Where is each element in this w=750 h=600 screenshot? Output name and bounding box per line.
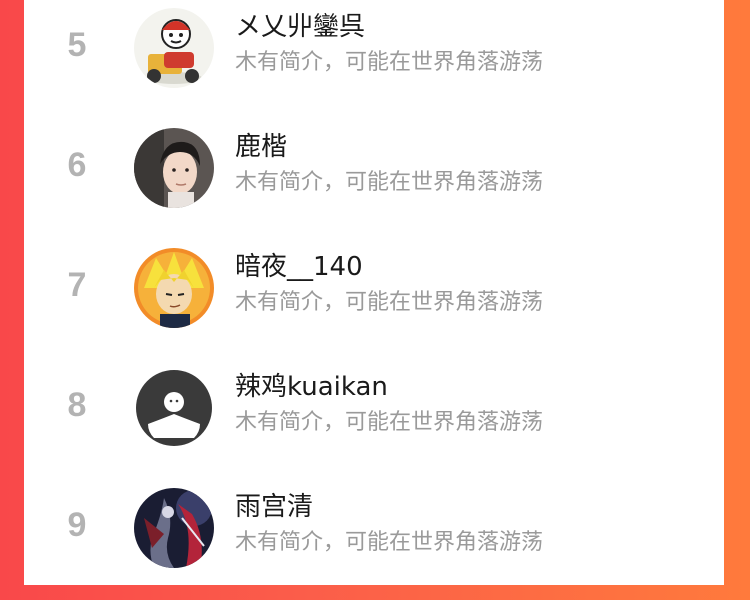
avatar[interactable] [134,128,214,208]
list-item[interactable]: 6 鹿楷 木有简介，可能在世界角落游荡 [24,120,724,240]
avatar[interactable] [134,488,214,568]
rank-number: 5 [67,26,87,64]
avatar[interactable] [134,248,214,328]
avatar[interactable] [134,368,214,448]
list-item[interactable]: 5 メ乂丱鑾呉 木有简介，可能在世界角落游荡 [24,0,724,120]
user-bio: 木有简介，可能在世界角落游荡 [235,290,544,315]
rank-number: 6 [67,146,87,184]
user-name[interactable]: 辣鸡kuaikan [235,366,388,403]
rank-number: 9 [67,506,87,544]
ranking-list: 5 メ乂丱鑾呉 木有简介，可能在世界角落游荡 6 鹿楷 木有简介，可能在世界角落… [24,0,724,585]
user-name[interactable]: 雨宫清 [235,486,313,523]
user-name[interactable]: メ乂丱鑾呉 [235,6,365,43]
user-bio: 木有简介，可能在世界角落游荡 [235,170,544,195]
user-bio: 木有简介，可能在世界角落游荡 [235,410,544,435]
list-item[interactable]: 9 雨宫清 木有简介，可能在世界角落游荡 [24,480,724,600]
user-name[interactable]: 暗夜__140 [235,246,363,283]
user-bio: 木有简介，可能在世界角落游荡 [235,50,544,75]
list-item[interactable]: 7 暗夜__140 木有简介，可能在世界角落游荡 [24,240,724,360]
list-item[interactable]: 8 辣鸡kuaikan 木有简介，可能在世界角落游荡 [24,360,724,480]
user-bio: 木有简介，可能在世界角落游荡 [235,530,544,555]
rank-number: 7 [67,266,87,304]
user-name[interactable]: 鹿楷 [235,126,287,163]
avatar[interactable] [134,8,214,88]
rank-number: 8 [67,386,87,424]
